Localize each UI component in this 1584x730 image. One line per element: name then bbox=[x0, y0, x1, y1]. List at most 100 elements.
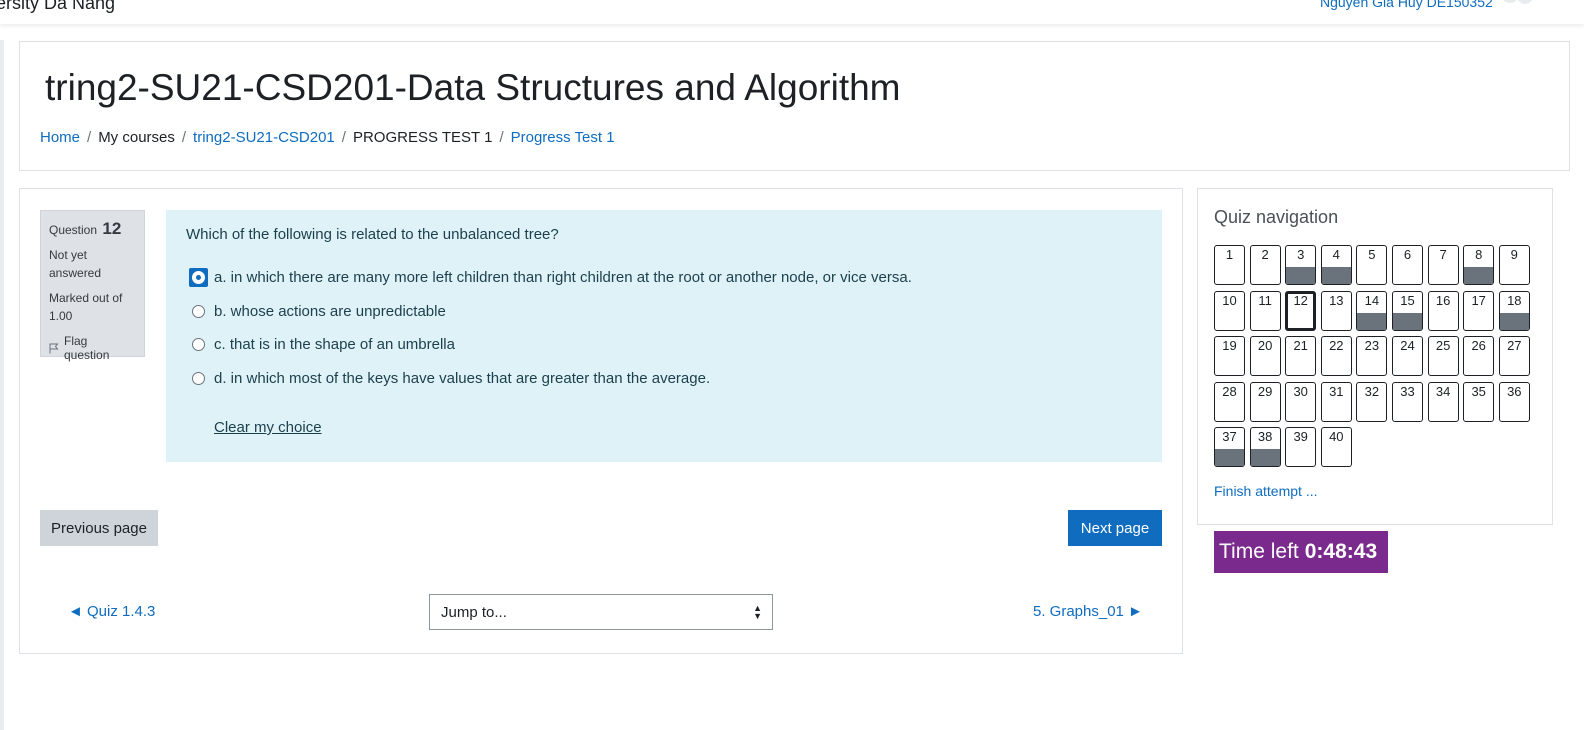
quiz-nav-question-number: 24 bbox=[1400, 338, 1415, 353]
answer-option-d[interactable]: d. in which most of the keys have values… bbox=[192, 370, 710, 387]
quiz-nav-question-number: 4 bbox=[1332, 247, 1340, 262]
previous-page-button[interactable]: Previous page bbox=[40, 510, 158, 546]
answer-radio-d[interactable] bbox=[192, 372, 205, 385]
breadcrumb-section: PROGRESS TEST 1 bbox=[352, 129, 493, 146]
quiz-nav-question-29[interactable]: 29 bbox=[1249, 381, 1281, 422]
breadcrumb: Home / My courses / tring2-SU21-CSD201 / PROGR… bbox=[40, 129, 615, 146]
quiz-nav-question-number: 39 bbox=[1293, 429, 1308, 444]
breadcrumb-separator: / bbox=[499, 129, 504, 146]
quiz-nav-question-number: 35 bbox=[1471, 383, 1486, 399]
question-formulation: Which of the following is related to the… bbox=[166, 210, 1162, 462]
jump-to-select[interactable]: Jump to... ▲ ▼ bbox=[429, 594, 773, 630]
quiz-nav-question-7[interactable]: 7 bbox=[1427, 245, 1459, 285]
breadcrumb-quiz[interactable]: Progress Test 1 bbox=[511, 129, 615, 146]
quiz-nav-question-number: 3 bbox=[1297, 247, 1305, 262]
clear-choice-link[interactable]: Clear my choice bbox=[214, 419, 322, 436]
user-menu-name[interactable]: Nguyen Gia Huy DE150352 bbox=[1320, 0, 1493, 10]
answer-radio-a[interactable] bbox=[192, 271, 205, 284]
answer-label-a[interactable]: a. in which there are many more left chi… bbox=[214, 269, 912, 286]
quiz-nav-question-number: 13 bbox=[1329, 292, 1344, 308]
quiz-nav-question-39[interactable]: 39 bbox=[1285, 427, 1317, 467]
quiz-nav-question-number: 15 bbox=[1400, 292, 1415, 308]
quiz-nav-question-35[interactable]: 35 bbox=[1463, 381, 1495, 422]
answer-label-d[interactable]: d. in which most of the keys have values… bbox=[214, 370, 710, 387]
quiz-nav-question-9[interactable]: 9 bbox=[1498, 245, 1530, 285]
quiz-nav-question-number: 27 bbox=[1507, 338, 1522, 353]
jump-to-value: Jump to... bbox=[441, 603, 507, 621]
flag-icon bbox=[49, 343, 59, 353]
user-avatar-icon[interactable] bbox=[1500, 0, 1534, 12]
quiz-nav-question-27[interactable]: 27 bbox=[1498, 336, 1530, 376]
page-title: tring2-SU21-CSD201-Data Structures and A… bbox=[45, 67, 901, 108]
answer-option-b[interactable]: b. whose actions are unpredictable bbox=[192, 303, 446, 320]
quiz-nav-question-13[interactable]: 13 bbox=[1320, 290, 1352, 331]
quiz-nav-question-15[interactable]: 15 bbox=[1392, 290, 1423, 331]
flag-question-button[interactable]: Flag question bbox=[49, 334, 136, 362]
quiz-nav-question-40[interactable]: 40 bbox=[1320, 427, 1352, 467]
question-state: Not yet answered bbox=[49, 248, 102, 280]
quiz-nav-question-12[interactable]: 12 bbox=[1285, 290, 1317, 331]
quiz-nav-question-number: 9 bbox=[1510, 247, 1518, 262]
timer-value: 0:48:43 bbox=[1304, 540, 1378, 563]
quiz-nav-question-14[interactable]: 14 bbox=[1356, 290, 1388, 331]
quiz-nav-question-19[interactable]: 19 bbox=[1214, 336, 1245, 376]
question-label: Question bbox=[49, 223, 98, 237]
quiz-nav-question-36[interactable]: 36 bbox=[1498, 381, 1530, 422]
quiz-nav-question-number: 28 bbox=[1222, 383, 1237, 399]
breadcrumb-course[interactable]: tring2-SU21-CSD201 bbox=[193, 129, 335, 146]
quiz-nav-question-26[interactable]: 26 bbox=[1463, 336, 1495, 376]
answer-label-b[interactable]: b. whose actions are unpredictable bbox=[214, 303, 446, 320]
quiz-timer: Time left 0:48:43 bbox=[1214, 531, 1388, 573]
quiz-nav-question-8[interactable]: 8 bbox=[1463, 245, 1495, 285]
answer-label-c[interactable]: c. that is in the shape of an umbrella bbox=[214, 336, 455, 353]
breadcrumb-separator: / bbox=[181, 129, 187, 146]
quiz-nav-question-number: 10 bbox=[1222, 292, 1237, 308]
quiz-nav-question-6[interactable]: 6 bbox=[1392, 245, 1423, 285]
prev-activity-link[interactable]: ◄ Quiz 1.4.3 bbox=[68, 603, 155, 620]
quiz-nav-question-10[interactable]: 10 bbox=[1214, 290, 1245, 331]
quiz-nav-question-3[interactable]: 3 bbox=[1285, 245, 1317, 285]
quiz-nav-question-31[interactable]: 31 bbox=[1320, 381, 1352, 422]
quiz-nav-question-2[interactable]: 2 bbox=[1249, 245, 1281, 285]
question-number: Question 12 bbox=[49, 219, 136, 239]
quiz-nav-question-38[interactable]: 38 bbox=[1249, 427, 1281, 467]
answer-radio-b[interactable] bbox=[192, 305, 205, 318]
quiz-nav-question-30[interactable]: 30 bbox=[1285, 381, 1317, 422]
breadcrumb-home[interactable]: Home bbox=[40, 129, 80, 146]
quiz-nav-question-32[interactable]: 32 bbox=[1356, 381, 1388, 422]
quiz-nav-question-5[interactable]: 5 bbox=[1356, 245, 1388, 285]
next-activity-link[interactable]: 5. Graphs_01 ► bbox=[1033, 603, 1143, 620]
answer-option-a[interactable]: a. in which there are many more left chi… bbox=[189, 268, 912, 287]
quiz-nav-question-20[interactable]: 20 bbox=[1249, 336, 1281, 376]
quiz-nav-question-23[interactable]: 23 bbox=[1356, 336, 1388, 376]
breadcrumb-separator: / bbox=[87, 129, 92, 146]
quiz-nav-question-37[interactable]: 37 bbox=[1214, 427, 1245, 467]
answer-option-c[interactable]: c. that is in the shape of an umbrella bbox=[192, 336, 455, 353]
quiz-nav-question-25[interactable]: 25 bbox=[1427, 336, 1459, 376]
breadcrumb-my-courses: My courses bbox=[98, 129, 175, 146]
quiz-nav-question-24[interactable]: 24 bbox=[1392, 336, 1423, 376]
next-page-button[interactable]: Next page bbox=[1068, 510, 1162, 546]
quiz-nav-question-4[interactable]: 4 bbox=[1320, 245, 1352, 285]
quiz-nav-question-number: 32 bbox=[1364, 383, 1380, 399]
question-info-panel: Question 12 Not yet answered Marked out … bbox=[40, 210, 145, 362]
quiz-nav-question-number: 1 bbox=[1225, 247, 1234, 262]
select-arrows-icon: ▲ ▼ bbox=[753, 603, 762, 621]
quiz-nav-question-1[interactable]: 1 bbox=[1214, 245, 1245, 285]
answer-radio-c[interactable] bbox=[192, 338, 205, 351]
quiz-nav-question-11[interactable]: 11 bbox=[1249, 290, 1281, 331]
quiz-nav-question-number: 23 bbox=[1364, 338, 1380, 353]
quiz-nav-question-33[interactable]: 33 bbox=[1392, 381, 1423, 422]
quiz-nav-question-22[interactable]: 22 bbox=[1320, 336, 1352, 376]
finish-attempt-link[interactable]: Finish attempt ... bbox=[1214, 483, 1317, 499]
quiz-nav-question-number: 14 bbox=[1364, 292, 1380, 308]
quiz-nav-question-number: 12 bbox=[1293, 292, 1308, 308]
quiz-nav-question-16[interactable]: 16 bbox=[1427, 290, 1459, 331]
quiz-main-region: Question 12 Not yet answered Marked out … bbox=[19, 188, 1183, 654]
quiz-nav-question-34[interactable]: 34 bbox=[1427, 381, 1459, 422]
quiz-nav-question-17[interactable]: 17 bbox=[1463, 290, 1495, 331]
quiz-nav-question-28[interactable]: 28 bbox=[1214, 381, 1245, 422]
quiz-nav-question-21[interactable]: 21 bbox=[1285, 336, 1317, 376]
site-name[interactable]: ersity Da Nang bbox=[0, 0, 115, 14]
quiz-nav-question-18[interactable]: 18 bbox=[1498, 290, 1530, 331]
